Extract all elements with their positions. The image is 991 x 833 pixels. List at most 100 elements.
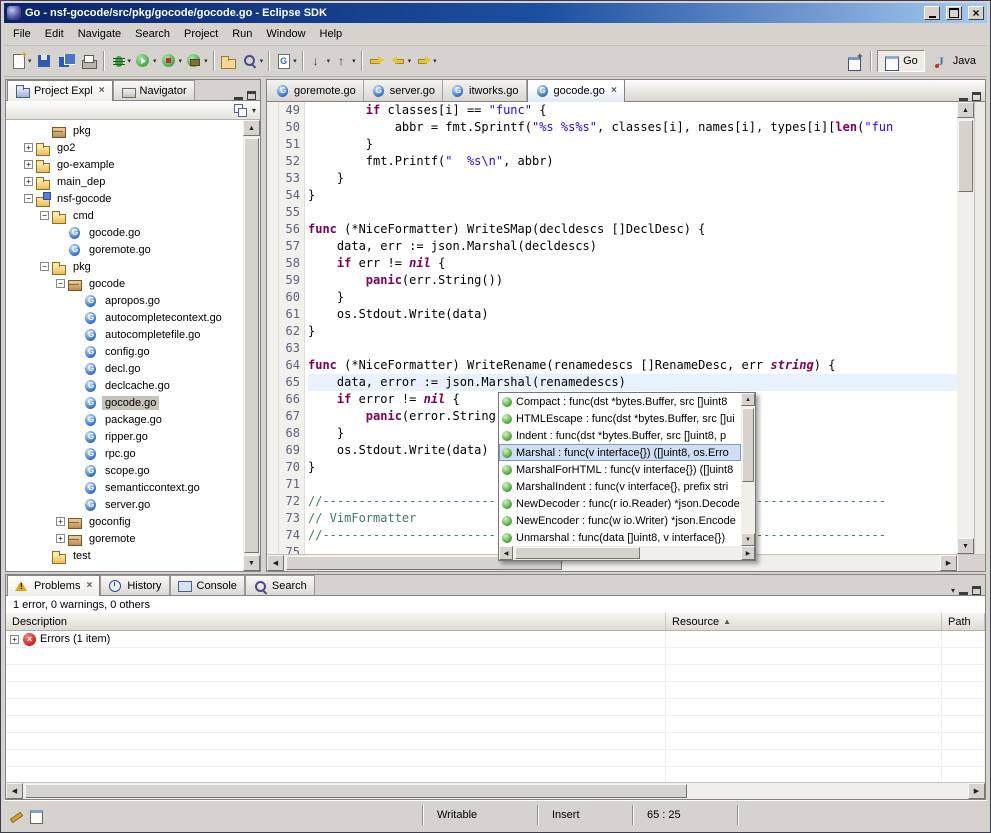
tree-item-apropos-go[interactable]: apropos.go	[6, 292, 243, 309]
tree-item-server-go[interactable]: server.go	[6, 496, 243, 513]
scrollbar-thumb[interactable]	[244, 138, 259, 553]
scroll-down-icon[interactable]: ▼	[957, 538, 974, 554]
tree-item-goconfig[interactable]: +goconfig	[6, 513, 243, 530]
run-last-button[interactable]: ▾	[159, 49, 185, 73]
tree-item-gocode-go[interactable]: gocode.go	[6, 394, 243, 411]
menu-window[interactable]: Window	[259, 25, 312, 43]
tree-item-pkg[interactable]: −pkg	[6, 258, 243, 275]
minimize-view-icon[interactable]	[959, 92, 968, 101]
tree-vertical-scrollbar[interactable]: ▲ ▼	[243, 120, 260, 571]
line-number-ruler[interactable]: 4950515253545556575859606162636465666768…	[279, 102, 305, 554]
tree-item-autocompletecontext-go[interactable]: autocompletecontext.go	[6, 309, 243, 326]
column-header-path[interactable]: Path	[942, 613, 985, 630]
autocomplete-item[interactable]: Compact : func(dst *bytes.Buffer, src []…	[499, 393, 741, 410]
debug-button[interactable]: ▾	[108, 49, 134, 73]
tree-item-decl-go[interactable]: decl.go	[6, 360, 243, 377]
last-edit-location-button[interactable]	[366, 49, 388, 73]
tree-item-config-go[interactable]: config.go	[6, 343, 243, 360]
scroll-right-icon[interactable]: ▶	[968, 783, 985, 799]
search-button[interactable]: ▾	[240, 49, 266, 73]
expand-icon[interactable]: +	[24, 143, 33, 152]
scroll-right-icon[interactable]: ▶	[741, 546, 755, 560]
tab-server-go[interactable]: server.go	[364, 80, 443, 101]
scroll-up-icon[interactable]: ▲	[243, 120, 260, 136]
view-menu-icon[interactable]: ▾	[252, 106, 256, 115]
autocomplete-item[interactable]: HTMLEscape : func(dst *bytes.Buffer, src…	[499, 410, 741, 427]
save-all-button[interactable]	[56, 49, 78, 73]
maximize-window-icon[interactable]	[946, 6, 962, 20]
save-button[interactable]	[34, 49, 56, 73]
tree-item-cmd[interactable]: −cmd	[6, 207, 243, 224]
tree-item-scope-go[interactable]: scope.go	[6, 462, 243, 479]
tree-item-rpc-go[interactable]: rpc.go	[6, 445, 243, 462]
menu-project[interactable]: Project	[177, 25, 225, 43]
tree-item-gocode-go[interactable]: gocode.go	[6, 224, 243, 241]
close-icon[interactable]: ×	[99, 86, 105, 96]
autocomplete-item[interactable]: MarshalForHTML : func(v interface{}) ([]…	[499, 461, 741, 478]
tree-item-main-dep[interactable]: +main_dep	[6, 173, 243, 190]
autocomplete-horizontal-scrollbar[interactable]: ◀ ▶	[499, 546, 755, 560]
tree-item-autocompletefile-go[interactable]: autocompletefile.go	[6, 326, 243, 343]
expand-icon[interactable]: +	[56, 534, 65, 543]
maximize-view-icon[interactable]	[972, 586, 981, 595]
menu-help[interactable]: Help	[313, 25, 350, 43]
autocomplete-item[interactable]: MarshalIndent : func(v interface{}, pref…	[499, 478, 741, 495]
tree-item-pkg[interactable]: pkg	[6, 122, 243, 139]
scroll-down-icon[interactable]: ▼	[243, 555, 260, 571]
scroll-up-icon[interactable]: ▲	[741, 393, 755, 406]
autocomplete-item[interactable]: NewEncoder : func(w io.Writer) *json.Enc…	[499, 512, 741, 529]
expand-icon[interactable]: +	[56, 517, 65, 526]
minimize-window-icon[interactable]	[924, 6, 940, 20]
scroll-left-icon[interactable]: ◀	[499, 546, 513, 560]
tree-item-gocode[interactable]: −gocode	[6, 275, 243, 292]
autocomplete-item[interactable]: NewDecoder : func(r io.Reader) *json.Dec…	[499, 495, 741, 512]
perspective-java[interactable]: Java	[927, 50, 983, 72]
autocomplete-vertical-scrollbar[interactable]: ▲ ▼	[741, 393, 755, 546]
next-annotation-button[interactable]: ▾	[307, 49, 333, 73]
scroll-right-icon[interactable]: ▶	[940, 555, 957, 571]
tab-history[interactable]: History	[100, 575, 169, 595]
status-window-icon[interactable]	[28, 807, 44, 823]
collapse-icon[interactable]: −	[40, 211, 49, 220]
open-perspective-button[interactable]	[843, 49, 865, 73]
new-go-element-button[interactable]: ▾	[273, 49, 299, 73]
minimize-view-icon[interactable]	[234, 91, 243, 100]
status-edit-icon[interactable]	[8, 807, 24, 823]
maximize-view-icon[interactable]	[247, 91, 256, 100]
title-bar[interactable]: Go - nsf-gocode/src/pkg/gocode/gocode.go…	[4, 3, 987, 23]
tree-item-go2[interactable]: +go2	[6, 139, 243, 156]
open-resource-button[interactable]	[218, 49, 240, 73]
column-header-resource[interactable]: Resource▲	[666, 613, 942, 630]
autocomplete-item[interactable]: Indent : func(dst *bytes.Buffer, src []u…	[499, 427, 741, 444]
expand-icon[interactable]: +	[24, 177, 33, 186]
scroll-down-icon[interactable]: ▼	[741, 533, 755, 546]
tab-project-expl[interactable]: Project Expl×	[7, 80, 113, 101]
tree-item-ripper-go[interactable]: ripper.go	[6, 428, 243, 445]
scrollbar-thumb[interactable]	[25, 784, 687, 798]
expand-icon[interactable]: +	[24, 160, 33, 169]
scrollbar-thumb[interactable]	[742, 408, 754, 482]
collapse-icon[interactable]: −	[40, 262, 49, 271]
tree-item-goremote[interactable]: +goremote	[6, 530, 243, 547]
project-tree[interactable]: pkg+go2+go-example+main_dep−nsf-gocode−c…	[6, 120, 243, 571]
close-window-icon[interactable]	[968, 6, 984, 20]
prev-annotation-button[interactable]: ▾	[332, 49, 358, 73]
close-icon[interactable]: ×	[86, 581, 92, 591]
minimize-view-icon[interactable]	[959, 586, 968, 595]
tree-item-nsf-gocode[interactable]: −nsf-gocode	[6, 190, 243, 207]
menu-edit[interactable]: Edit	[38, 25, 71, 43]
scrollbar-thumb[interactable]	[958, 120, 973, 192]
column-header-description[interactable]: Description	[6, 613, 666, 630]
forward-button[interactable]: ▾	[413, 49, 439, 73]
scrollbar-thumb[interactable]	[515, 547, 640, 559]
perspective-go[interactable]: Go	[877, 50, 925, 72]
problems-horizontal-scrollbar[interactable]: ◀ ▶	[6, 782, 985, 799]
problems-row-errors[interactable]: +×Errors (1 item)	[6, 631, 985, 648]
run-button[interactable]: ▾	[133, 49, 159, 73]
tree-item-package-go[interactable]: package.go	[6, 411, 243, 428]
menu-navigate[interactable]: Navigate	[71, 25, 128, 43]
tree-item-test[interactable]: test	[6, 547, 243, 564]
editor-vertical-scrollbar[interactable]: ▲ ▼	[957, 102, 974, 554]
collapse-icon[interactable]: −	[56, 279, 65, 288]
back-button[interactable]: ▾	[388, 49, 414, 73]
